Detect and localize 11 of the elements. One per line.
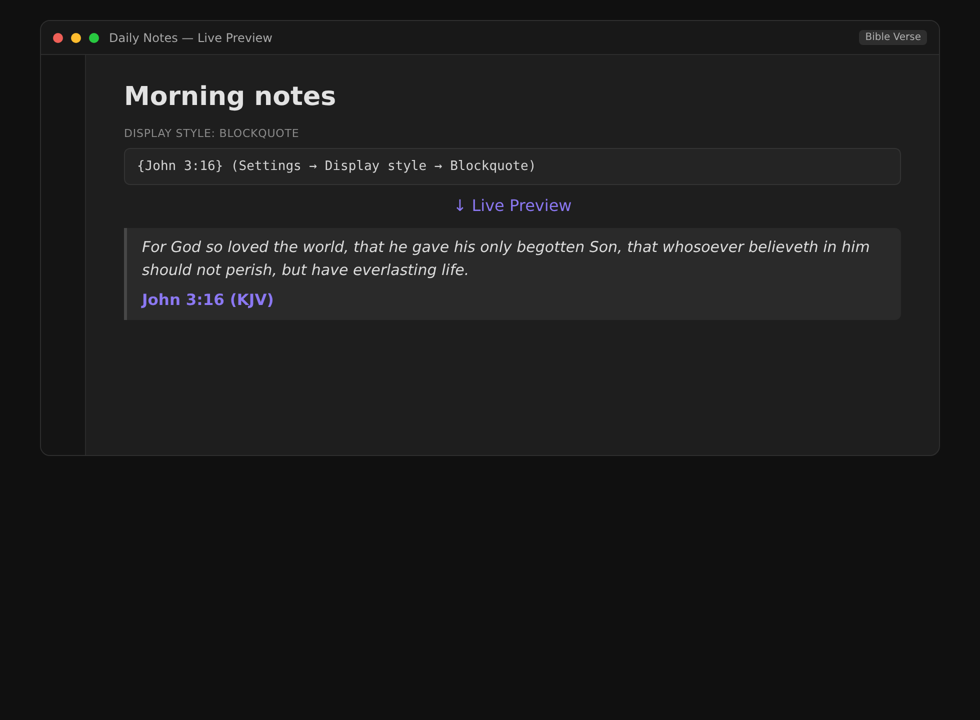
minimize-button[interactable] [71, 32, 81, 42]
code-block: {John 3:16} (Settings → Display style → Blockquote) [124, 148, 901, 185]
section-label: DISPLAY STYLE: BLOCKQUOTE [124, 127, 300, 141]
window-title: Daily Notes — Live Preview [109, 30, 274, 44]
plugin-badge: Bible Verse [859, 30, 927, 45]
close-button[interactable] [53, 32, 63, 42]
verse-reference: John 3:16 (KJV) [142, 290, 275, 310]
preview-label: ↓ Live Preview [453, 196, 572, 216]
note-title: Morning notes [124, 81, 338, 114]
verse-text: For God so loved the world, that he gave his only begotten Son, that whosoever believeth in him should not perish, but have everlasting life. [142, 237, 871, 281]
maximize-button[interactable] [89, 32, 99, 42]
